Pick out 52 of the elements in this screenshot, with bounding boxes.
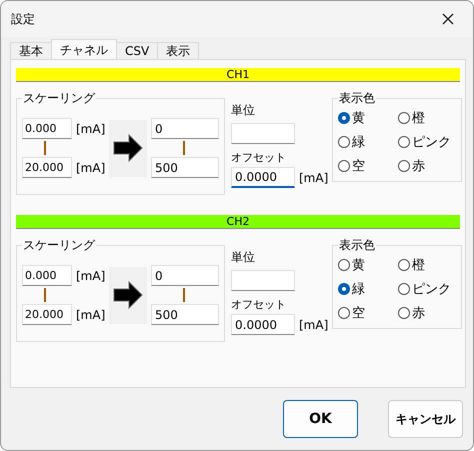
color-radio[interactable]: 緑: [338, 133, 398, 151]
group-title: スケーリング: [22, 237, 96, 254]
color-radio[interactable]: ピンク: [398, 133, 456, 151]
input-field[interactable]: 0.000: [22, 118, 72, 139]
range-line: [44, 288, 46, 302]
color-radio[interactable]: ピンク: [398, 280, 456, 298]
color-radio[interactable]: 黄: [338, 109, 398, 127]
window-title: 設定: [11, 10, 35, 28]
color-radio[interactable]: 空: [338, 304, 398, 322]
color-radio[interactable]: 赤: [398, 157, 456, 175]
range-line: [44, 141, 46, 155]
input-field[interactable]: 500: [151, 157, 219, 178]
input-field[interactable]: 0: [151, 265, 219, 286]
color-radio[interactable]: 橙: [398, 109, 456, 127]
unit-label: [mA]: [299, 318, 328, 332]
color-radio[interactable]: 橙: [398, 256, 456, 274]
unit-label: [mA]: [299, 170, 328, 184]
unit-label: [mA]: [76, 122, 106, 136]
arrow-icon: [113, 281, 144, 309]
color-radio[interactable]: 黄: [338, 256, 398, 274]
input-field[interactable]: 0: [151, 118, 219, 139]
tab[interactable]: 基本: [10, 42, 52, 59]
input-field[interactable]: 0.000: [22, 265, 72, 286]
unit-label: 単位: [231, 249, 256, 266]
color-radio[interactable]: 赤: [398, 304, 456, 322]
input-field[interactable]: 500: [151, 304, 219, 325]
range-line: [183, 288, 185, 302]
unit-label: [mA]: [76, 308, 106, 322]
unit-label: [mA]: [76, 160, 106, 174]
unit-field[interactable]: [231, 270, 295, 291]
tab[interactable]: 表示: [157, 42, 200, 59]
range-line: [183, 141, 185, 155]
input-field[interactable]: 20.000: [22, 157, 72, 178]
cancel-button[interactable]: キャンセル: [388, 400, 463, 438]
channel-header: CH1: [16, 68, 460, 82]
color-radio[interactable]: 空: [338, 157, 398, 175]
input-field[interactable]: 20.000: [22, 304, 72, 325]
offset-label: オフセット: [231, 297, 287, 312]
channel-header: CH2: [16, 215, 460, 229]
offset-label: オフセット: [231, 150, 287, 165]
unit-label: [mA]: [76, 268, 106, 282]
unit-label: 単位: [231, 102, 256, 119]
group-title: 表示色: [338, 237, 376, 254]
group-title: 表示色: [338, 90, 376, 107]
offset-field[interactable]: 0.0000: [231, 167, 295, 188]
tab[interactable]: チャネル: [51, 39, 117, 59]
offset-field[interactable]: 0.0000: [231, 314, 295, 335]
unit-field[interactable]: [231, 123, 295, 144]
group-title: スケーリング: [22, 90, 96, 107]
arrow-icon: [113, 134, 144, 162]
ok-button[interactable]: OK: [283, 400, 358, 438]
color-radio[interactable]: 緑: [338, 280, 398, 298]
